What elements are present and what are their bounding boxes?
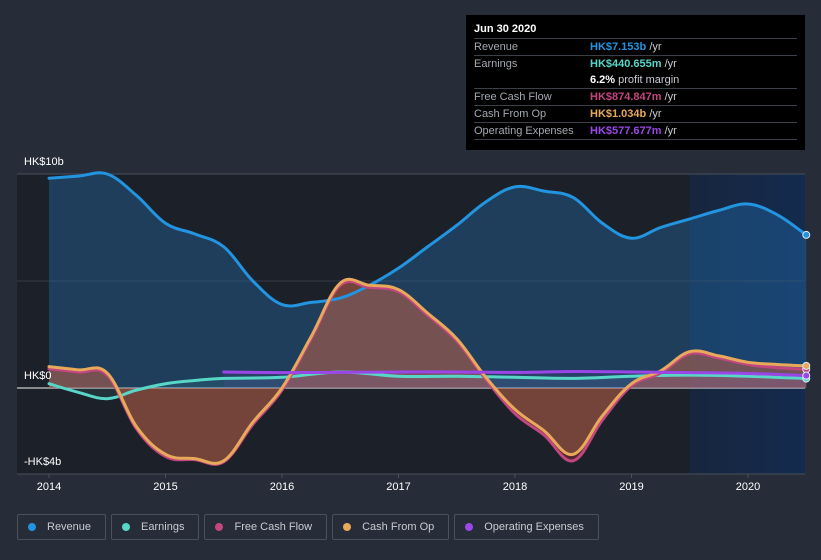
y-tick-label: HK$10b bbox=[24, 156, 64, 168]
legend-label: Cash From Op bbox=[362, 521, 435, 533]
tooltip-value-amount: HK$1.034b bbox=[590, 108, 647, 120]
cash-from-op-endpoint bbox=[802, 361, 811, 370]
legend-item-cash-from-op[interactable]: Cash From Op bbox=[332, 514, 450, 540]
tooltip-value: HK$874.847m /yr bbox=[590, 89, 677, 105]
tooltip-value-amount: HK$7.153b bbox=[590, 41, 647, 53]
revenue-endpoint bbox=[802, 230, 811, 239]
tooltip-value: HK$440.655m /yr bbox=[590, 56, 677, 72]
tooltip-value: 6.2% profit margin bbox=[590, 72, 679, 88]
tooltip-value-unit: /yr bbox=[661, 91, 677, 103]
x-tick-label: 2019 bbox=[619, 481, 644, 493]
legend-item-revenue[interactable]: Revenue bbox=[17, 514, 107, 540]
tooltip-label: Free Cash Flow bbox=[474, 91, 552, 103]
tooltip-label: Earnings bbox=[474, 58, 518, 70]
legend-dot-icon bbox=[465, 523, 474, 531]
tooltip-label: Cash From Op bbox=[474, 108, 547, 120]
tooltip-value-unit: /yr bbox=[646, 41, 662, 53]
x-tick-label: 2016 bbox=[269, 481, 295, 493]
tooltip-row: Cash From Op HK$1.034b /yr bbox=[474, 106, 797, 123]
tooltip-value-amount: HK$440.655m bbox=[590, 58, 662, 70]
tooltip-value-amount: 6.2% bbox=[590, 74, 616, 86]
tooltip-value-unit: profit margin bbox=[615, 74, 680, 86]
x-tick-label: 2020 bbox=[735, 481, 761, 493]
tooltip-value-amount: HK$577.677m bbox=[590, 125, 662, 137]
tooltip-value-unit: /yr bbox=[646, 108, 662, 120]
tooltip-label: Revenue bbox=[474, 41, 519, 53]
tooltip: Jun 30 2020 Revenue HK$7.153b /yr Earnings… bbox=[466, 15, 805, 150]
tooltip-row: Free Cash Flow HK$874.847m /yr bbox=[474, 89, 797, 106]
x-tick-label: 2015 bbox=[153, 481, 178, 493]
operating-expenses-endpoint bbox=[802, 371, 811, 380]
legend-label: Earnings bbox=[141, 521, 185, 533]
x-tick-label: 2018 bbox=[502, 481, 528, 493]
x-tick-label: 2014 bbox=[36, 481, 62, 493]
y-tick-label: HK$0 bbox=[24, 370, 52, 382]
tooltip-row: Earnings HK$440.655m /yr bbox=[474, 56, 797, 72]
x-tick-label: 2017 bbox=[386, 481, 411, 493]
legend-label: Free Cash Flow bbox=[234, 521, 313, 533]
tooltip-row: Revenue HK$7.153b /yr bbox=[474, 39, 797, 56]
legend-dot-icon bbox=[122, 523, 131, 531]
y-tick-label: -HK$4b bbox=[24, 456, 62, 468]
tooltip-date: Jun 30 2020 bbox=[474, 21, 797, 39]
tooltip-value-unit: /yr bbox=[661, 58, 677, 70]
legend: Revenue Earnings Free Cash Flow Cash From O… bbox=[17, 514, 599, 540]
tooltip-row: Operating Expenses HK$577.677m /yr bbox=[474, 123, 797, 140]
tooltip-value-unit: /yr bbox=[661, 125, 677, 137]
tooltip-label: Operating Expenses bbox=[474, 125, 574, 137]
legend-label: Operating Expenses bbox=[484, 521, 584, 533]
legend-label: Revenue bbox=[47, 521, 92, 533]
legend-item-operating-expenses[interactable]: Operating Expenses bbox=[454, 514, 599, 540]
legend-dot-icon bbox=[28, 523, 36, 531]
tooltip-label bbox=[474, 72, 590, 88]
legend-dot-icon bbox=[343, 523, 352, 531]
tooltip-row: 6.2% profit margin bbox=[474, 72, 797, 89]
legend-item-earnings[interactable]: Earnings bbox=[111, 514, 200, 540]
tooltip-value: HK$7.153b /yr bbox=[590, 39, 662, 55]
legend-item-free-cash-flow[interactable]: Free Cash Flow bbox=[204, 514, 328, 540]
tooltip-value: HK$577.677m /yr bbox=[590, 123, 677, 139]
tooltip-value-amount: HK$874.847m bbox=[590, 91, 662, 103]
legend-dot-icon bbox=[215, 523, 224, 531]
tooltip-value: HK$1.034b /yr bbox=[590, 106, 662, 122]
